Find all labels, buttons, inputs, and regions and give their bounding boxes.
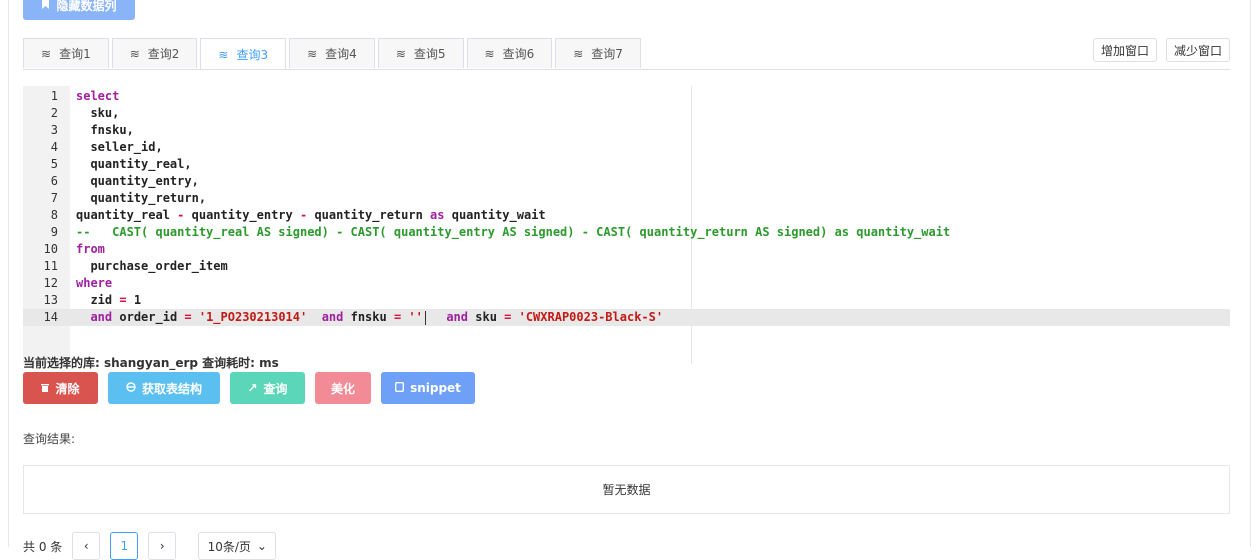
code-text: and order_id = '1_PO230213014' and fnsku… <box>90 310 664 325</box>
code-text: from <box>76 242 105 256</box>
total-count: 共 0 条 <box>23 539 63 554</box>
empty-text: 暂无数据 <box>602 483 651 497</box>
get-schema-button[interactable]: 获取表结构 <box>108 372 220 404</box>
tab-query-3[interactable]: ≋ 查询3 <box>200 38 287 70</box>
line-number: 10 <box>43 242 58 256</box>
code-line[interactable]: 5 quantity_real, <box>23 156 1230 173</box>
code-text: where <box>76 276 113 290</box>
code-text: sku, <box>76 106 120 120</box>
line-number: 14 <box>43 310 58 324</box>
clear-button[interactable]: 清除 <box>23 372 98 404</box>
layers-icon: ≋ <box>218 47 229 62</box>
line-number: 7 <box>50 191 58 205</box>
layers-icon: ≋ <box>395 46 406 61</box>
line-number: 12 <box>43 276 58 290</box>
code-text: zid = 1 <box>76 293 142 307</box>
line-number: 6 <box>50 174 58 188</box>
tab-query-2[interactable]: ≋ 查询2 <box>111 38 198 68</box>
chevron-left-icon: ‹ <box>83 539 89 553</box>
code-line[interactable]: 11 purchase_order_item <box>23 258 1230 275</box>
tab-query-5[interactable]: ≋ 查询5 <box>377 38 464 68</box>
line-number: 11 <box>43 259 58 273</box>
line-number: 8 <box>50 208 58 222</box>
tab-query-6[interactable]: ≋ 查询6 <box>466 38 553 68</box>
page-size-select[interactable]: 10条/页 ⌄ <box>198 532 277 560</box>
code-text: -- CAST( quantity_real AS signed) - CAST… <box>76 225 951 239</box>
copy-icon <box>395 381 405 395</box>
query-tabs: ≋ 查询1 ≋ 查询2 ≋ 查询3 ≋ 查询4 ≋ 查询5 ≋ 查询6 ≋ 查询7 <box>23 38 641 70</box>
code-text: purchase_order_item <box>76 259 228 273</box>
layers-icon: ≋ <box>573 46 584 61</box>
code-line[interactable]: 13 zid = 1 <box>23 292 1230 309</box>
share-arrow-icon: ↗ <box>247 381 258 395</box>
tab-query-4[interactable]: ≋ 查询4 <box>289 38 375 68</box>
layers-icon: ≋ <box>41 46 52 61</box>
code-text: quantity_entry, <box>76 174 199 188</box>
code-text: quantity_real, <box>76 157 192 171</box>
code-line[interactable]: 1 select <box>23 88 1230 105</box>
chevron-down-icon: ⌄ <box>256 539 267 553</box>
query-button[interactable]: ↗ 查询 <box>230 372 305 404</box>
code-line[interactable]: 10 from <box>23 241 1230 258</box>
code-line[interactable]: 14 and order_id = '1_PO230213014' and fn… <box>23 309 1230 326</box>
next-page-button[interactable]: › <box>148 532 177 560</box>
layers-icon: ≋ <box>129 46 140 61</box>
line-number: 3 <box>50 123 58 137</box>
tabs-divider <box>23 69 1230 70</box>
code-line[interactable]: 3 fnsku, <box>23 122 1230 139</box>
code-line[interactable]: 12 where <box>23 275 1230 292</box>
layers-icon: ≋ <box>484 46 495 61</box>
page-number[interactable]: 1 <box>110 532 139 560</box>
line-number: 5 <box>50 157 58 171</box>
sql-editor[interactable]: 1 select 2 sku, 3 fnsku, 4 seller_id, 5 quant… <box>23 86 1230 364</box>
trash-icon <box>41 381 50 395</box>
line-number: 2 <box>50 106 58 120</box>
prev-page-button[interactable]: ‹ <box>72 532 101 560</box>
chevron-right-icon: › <box>159 539 165 553</box>
code-line[interactable]: 6 quantity_entry, <box>23 173 1230 190</box>
add-window-button[interactable]: 增加窗口 <box>1093 38 1157 62</box>
result-table: 暂无数据 <box>23 465 1230 514</box>
code-line[interactable]: 7 quantity_return, <box>23 190 1230 207</box>
code-line[interactable]: 4 seller_id, <box>23 139 1230 156</box>
beautify-button[interactable]: 美化 <box>315 372 371 404</box>
action-bar: 清除 获取表结构 ↗ 查询 美化 snippet <box>23 372 475 404</box>
database-icon <box>126 381 136 395</box>
pagination: 共 0 条 ‹ 1 › 10条/页 ⌄ <box>23 532 277 560</box>
code-line[interactable]: 8 quantity_real - quantity_entry - quanti… <box>23 207 1230 224</box>
status-text: 当前选择的库: shangyan_erp 查询耗时: ms <box>23 356 279 370</box>
line-number: 13 <box>43 293 58 307</box>
line-number: 4 <box>50 140 58 154</box>
code-text: quantity_real - quantity_entry - quantit… <box>76 208 546 222</box>
tab-query-7[interactable]: ≋ 查询7 <box>555 38 641 68</box>
hide-columns-label: 隐藏数据列 <box>56 0 117 13</box>
code-line[interactable]: 2 sku, <box>23 105 1230 122</box>
hide-columns-button[interactable]: 隐藏数据列 <box>23 0 135 20</box>
code-line[interactable]: 9 -- CAST( quantity_real AS signed) - CAS… <box>23 224 1230 241</box>
tab-query-1[interactable]: ≋ 查询1 <box>23 38 109 68</box>
snippet-button[interactable]: snippet <box>381 372 475 404</box>
code-text: select <box>76 89 120 103</box>
code-text: fnsku, <box>76 123 134 137</box>
code-text: quantity_return, <box>76 191 207 205</box>
layers-icon: ≋ <box>307 46 318 61</box>
line-number: 1 <box>50 89 58 103</box>
code-text: seller_id, <box>76 140 163 154</box>
remove-window-button[interactable]: 减少窗口 <box>1166 38 1230 62</box>
result-label: 查询结果: <box>23 432 76 446</box>
line-number: 9 <box>50 225 58 239</box>
bookmark-icon <box>41 0 50 12</box>
